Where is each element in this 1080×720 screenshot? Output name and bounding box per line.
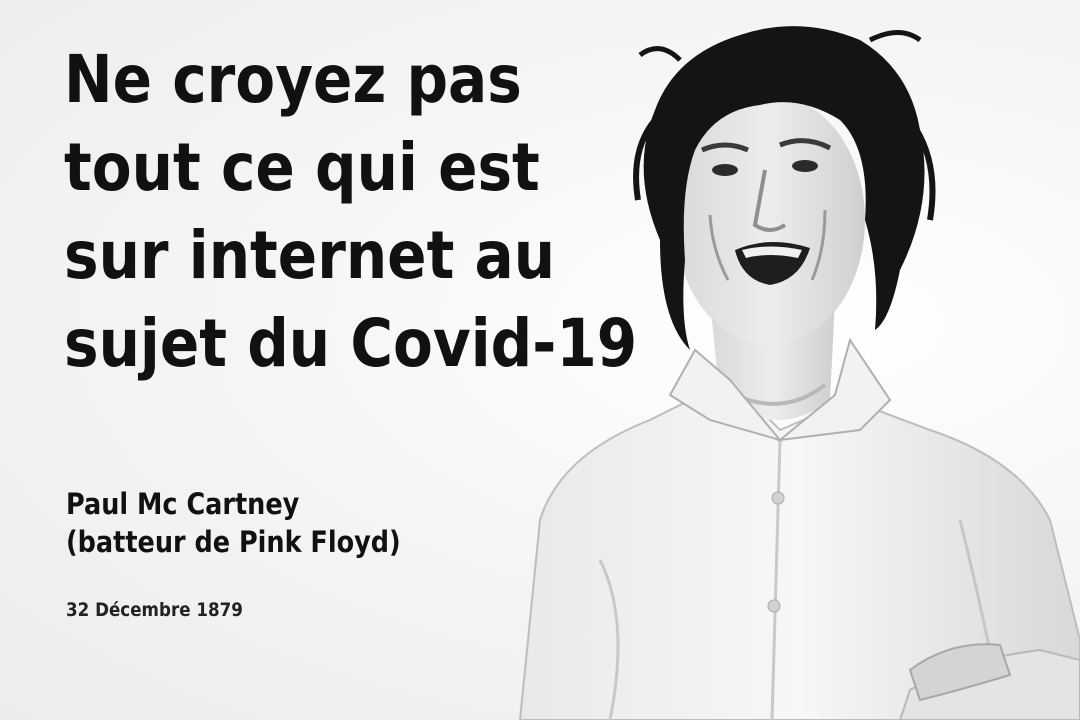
eye — [712, 164, 738, 176]
author-role: (batteur de Pink Floyd) — [66, 525, 401, 559]
portrait-photo — [518, 26, 1080, 720]
hair-strand — [868, 30, 922, 43]
author-name: Paul Mc Cartney — [66, 487, 300, 521]
shirt-button — [771, 491, 785, 505]
attribution: Paul Mc Cartney (batteur de Pink Floyd) — [66, 485, 446, 561]
meme-image: Ne croyez pas tout ce qui est sur intern… — [0, 0, 1080, 720]
attribution-date: 32 Décembre 1879 — [66, 599, 243, 621]
shirt-button — [767, 599, 781, 613]
eye — [792, 160, 818, 172]
hair-strand — [638, 46, 682, 62]
